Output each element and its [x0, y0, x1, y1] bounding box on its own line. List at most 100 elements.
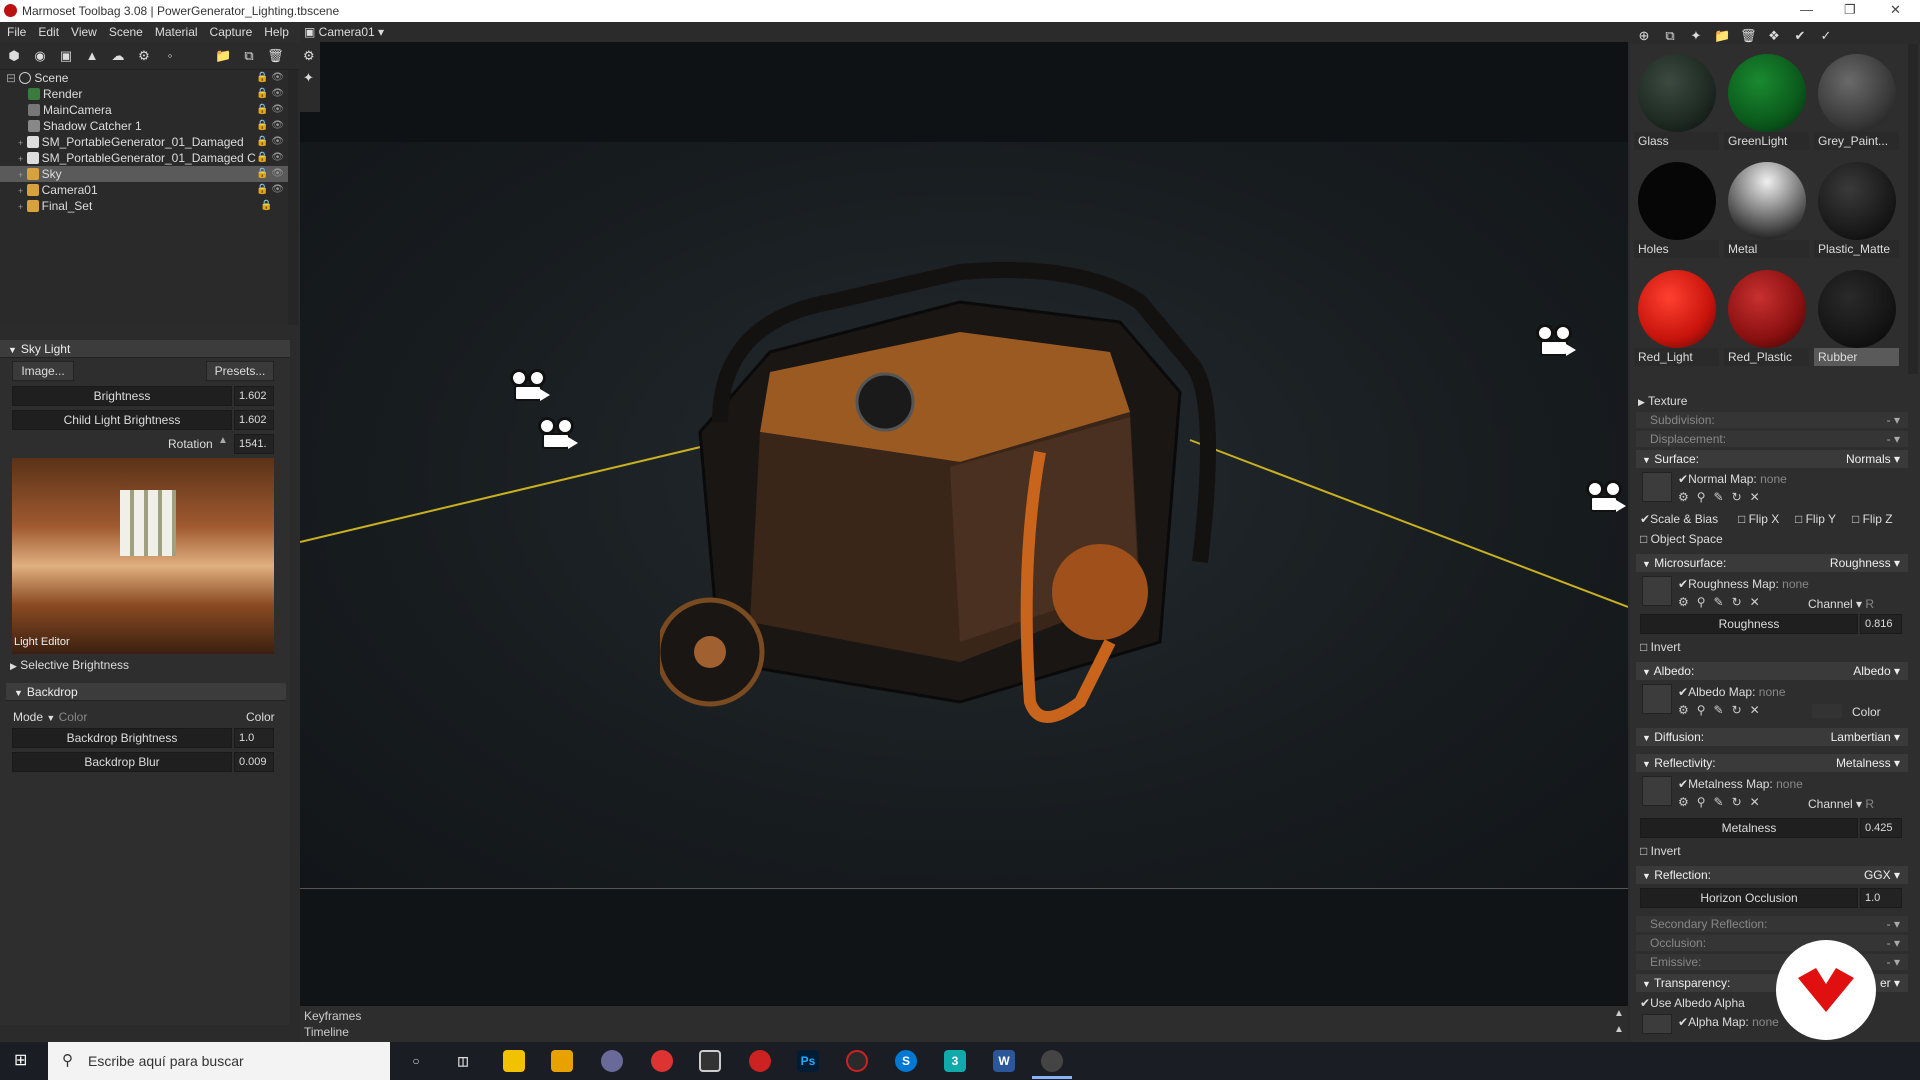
menu-material[interactable]: Material: [148, 22, 203, 39]
settings-icon[interactable]: ⚙: [303, 48, 315, 64]
brightness-slider[interactable]: Brightness: [12, 386, 232, 406]
visibility-icon[interactable]: 🔒 👁: [256, 70, 284, 86]
word-icon[interactable]: W: [993, 1050, 1015, 1072]
tree-node-camera01[interactable]: + Camera01 🔒 👁: [0, 182, 288, 198]
backdrop-blur-slider[interactable]: Backdrop Blur: [12, 752, 232, 772]
horizon-occlusion-slider[interactable]: Horizon Occlusion: [1640, 888, 1858, 908]
cortana-icon[interactable]: ○: [405, 1050, 427, 1072]
menu-view[interactable]: View: [64, 22, 102, 39]
app-icon[interactable]: [601, 1050, 623, 1072]
microsurface-section[interactable]: ▼ Microsurface: Roughness ▾: [1636, 554, 1908, 572]
camera-gizmo[interactable]: [1584, 480, 1628, 516]
tree-node-final-set[interactable]: + Final_Set 🔒: [0, 198, 288, 214]
folder-icon[interactable]: 📁: [1714, 28, 1730, 44]
reflection-section[interactable]: ▼ Reflection: GGX ▾: [1636, 866, 1908, 884]
material-greenlight[interactable]: GreenLight: [1724, 52, 1809, 160]
selective-brightness-toggle[interactable]: ▶ Selective Brightness: [10, 658, 278, 674]
camera-gizmo[interactable]: [536, 417, 580, 453]
restore-icon[interactable]: ❐: [1844, 2, 1856, 18]
visibility-icon[interactable]: 🔒 👁: [256, 150, 284, 166]
backdrop-brightness-value[interactable]: 1.0: [234, 728, 274, 748]
add-camera-icon[interactable]: ▣: [58, 48, 74, 64]
tree-scrollbar[interactable]: [288, 70, 298, 325]
alpha-map-slot[interactable]: [1642, 1014, 1672, 1034]
add-turntable-icon[interactable]: ⚙: [136, 48, 152, 64]
menu-scene[interactable]: Scene: [102, 22, 148, 39]
metalness-channel-select[interactable]: Channel ▾ R: [1808, 797, 1874, 811]
backdrop-mode-dropdown[interactable]: Color: [246, 710, 275, 724]
flip-x-checkbox[interactable]: □ Flip X: [1738, 512, 1779, 526]
diffusion-section[interactable]: ▼ Diffusion: Lambertian ▾: [1636, 728, 1908, 746]
roughness-channel-select[interactable]: Channel ▾ R: [1808, 597, 1874, 611]
taskbar-search-input[interactable]: ⚲ Escribe aquí para buscar: [48, 1042, 390, 1080]
metalness-map-slot[interactable]: [1642, 776, 1672, 806]
file-explorer-icon[interactable]: [551, 1050, 573, 1072]
tree-node-shadow-catcher[interactable]: Shadow Catcher 1 🔒 👁: [0, 118, 288, 134]
link-icon[interactable]: ❖: [1766, 28, 1782, 44]
app-icon[interactable]: [699, 1050, 721, 1072]
material-glass[interactable]: Glass: [1634, 52, 1719, 160]
expand-icon[interactable]: ▲: [1614, 1024, 1624, 1035]
duplicate-material-icon[interactable]: ⧉: [1662, 28, 1678, 44]
visibility-icon[interactable]: 🔒 👁: [256, 86, 284, 102]
material-grey-paint[interactable]: Grey_Paint...: [1814, 52, 1899, 160]
3ds-max-icon[interactable]: 3: [944, 1050, 966, 1072]
visibility-icon[interactable]: 🔒 👁: [256, 182, 284, 198]
normal-map-slot[interactable]: [1642, 472, 1672, 502]
lock-icon[interactable]: 🔒: [260, 198, 284, 214]
tree-node-generator[interactable]: + SM_PortableGenerator_01_Damaged 🔒 👁: [0, 134, 288, 150]
roughness-value[interactable]: 0.816: [1860, 614, 1902, 634]
tree-node-maincamera[interactable]: MainCamera 🔒 👁: [0, 102, 288, 118]
albedo-map-slot[interactable]: [1642, 684, 1672, 714]
photoshop-icon[interactable]: Ps: [797, 1050, 819, 1072]
skype-icon[interactable]: S: [895, 1050, 917, 1072]
material-red-plastic[interactable]: Red_Plastic: [1724, 268, 1809, 376]
metalness-invert-checkbox[interactable]: □ Invert: [1640, 844, 1681, 858]
marmoset-icon[interactable]: [1041, 1050, 1063, 1072]
delete-icon[interactable]: 🗑: [1740, 28, 1757, 44]
add-light-icon[interactable]: ◉: [32, 48, 48, 64]
material-metal[interactable]: Metal: [1724, 160, 1809, 268]
close-icon[interactable]: ✕: [1890, 2, 1901, 18]
texture-section[interactable]: ▶ Texture: [1638, 394, 1687, 408]
tree-node-generator-c[interactable]: + SM_PortableGenerator_01_Damaged C 🔒 👁: [0, 150, 288, 166]
rotation-spinner-icon[interactable]: ▲: [218, 435, 228, 446]
add-sky-icon[interactable]: ◦: [162, 48, 178, 64]
substance-icon[interactable]: [749, 1050, 771, 1072]
camera-gizmo[interactable]: [1534, 324, 1578, 360]
app-icon[interactable]: [846, 1050, 868, 1072]
object-space-checkbox[interactable]: □ Object Space: [1640, 532, 1723, 546]
material-rubber[interactable]: Rubber: [1814, 268, 1899, 376]
3d-viewport[interactable]: [300, 42, 1628, 1042]
reflectivity-section[interactable]: ▼ Reflectivity: Metalness ▾: [1636, 754, 1908, 772]
add-mesh-icon[interactable]: ⬢: [6, 48, 22, 64]
child-light-brightness-slider[interactable]: Child Light Brightness: [12, 410, 232, 430]
sticky-notes-icon[interactable]: [503, 1050, 525, 1072]
texture-actions-icon[interactable]: ⚙⚲✎↻✕: [1678, 490, 1768, 504]
image-button[interactable]: Image...: [12, 361, 74, 381]
roughness-slider[interactable]: Roughness: [1640, 614, 1858, 634]
picker-icon[interactable]: ✦: [1688, 28, 1704, 44]
material-red-light[interactable]: Red_Light: [1634, 268, 1719, 376]
add-fog-icon[interactable]: ☁: [110, 48, 126, 64]
camera-selector[interactable]: ▣ Camera01 ▾: [304, 25, 384, 39]
scale-bias-checkbox[interactable]: ✔Scale & Bias: [1640, 512, 1718, 526]
surface-section[interactable]: ▼ Surface: Normals ▾: [1636, 450, 1908, 468]
expand-icon[interactable]: ▲: [1614, 1008, 1624, 1019]
rotation-value[interactable]: 1541.: [234, 434, 274, 454]
menu-file[interactable]: File: [0, 22, 31, 39]
menu-edit[interactable]: Edit: [31, 22, 64, 39]
camera-gizmo[interactable]: [508, 369, 552, 405]
texture-actions-icon[interactable]: ⚙⚲✎↻✕: [1678, 595, 1768, 609]
generator-model[interactable]: [660, 262, 1280, 802]
keyframes-label[interactable]: Keyframes: [304, 1009, 361, 1023]
presets-button[interactable]: Presets...: [206, 361, 274, 381]
visibility-icon[interactable]: 🔒 👁: [256, 166, 284, 182]
delete-icon[interactable]: 🗑: [267, 48, 284, 64]
sky-light-editor[interactable]: Light Editor: [12, 458, 274, 654]
folder-icon[interactable]: 📁: [215, 48, 231, 64]
minimize-icon[interactable]: —: [1800, 2, 1813, 17]
menu-help[interactable]: Help: [257, 22, 294, 39]
horizon-occlusion-value[interactable]: 1.0: [1860, 888, 1902, 908]
start-icon[interactable]: ⊞: [14, 1052, 32, 1070]
